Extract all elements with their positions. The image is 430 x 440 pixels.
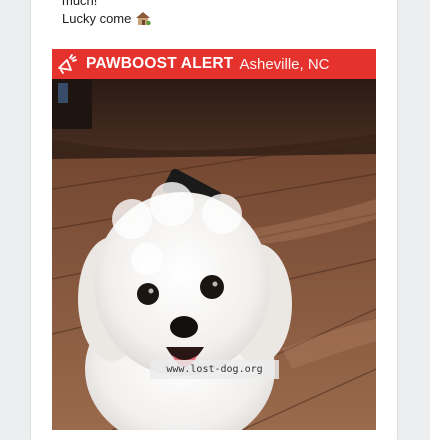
house-icon — [134, 10, 152, 26]
post-text-line-2: Lucky come — [62, 10, 362, 28]
alert-title: PAWBOOST ALERT — [86, 55, 234, 72]
pawboost-alert-banner: PAWBOOST ALERT Asheville, NC — [52, 49, 376, 79]
megaphone-icon — [56, 53, 78, 75]
alert-location: Asheville, NC — [239, 55, 330, 73]
post-text: much! Lucky come — [62, 0, 362, 28]
post-text-line-2-label: Lucky come — [62, 11, 132, 26]
post-text-line-1: much! — [62, 0, 98, 8]
watermark: www.lost-dog.org — [150, 360, 279, 379]
